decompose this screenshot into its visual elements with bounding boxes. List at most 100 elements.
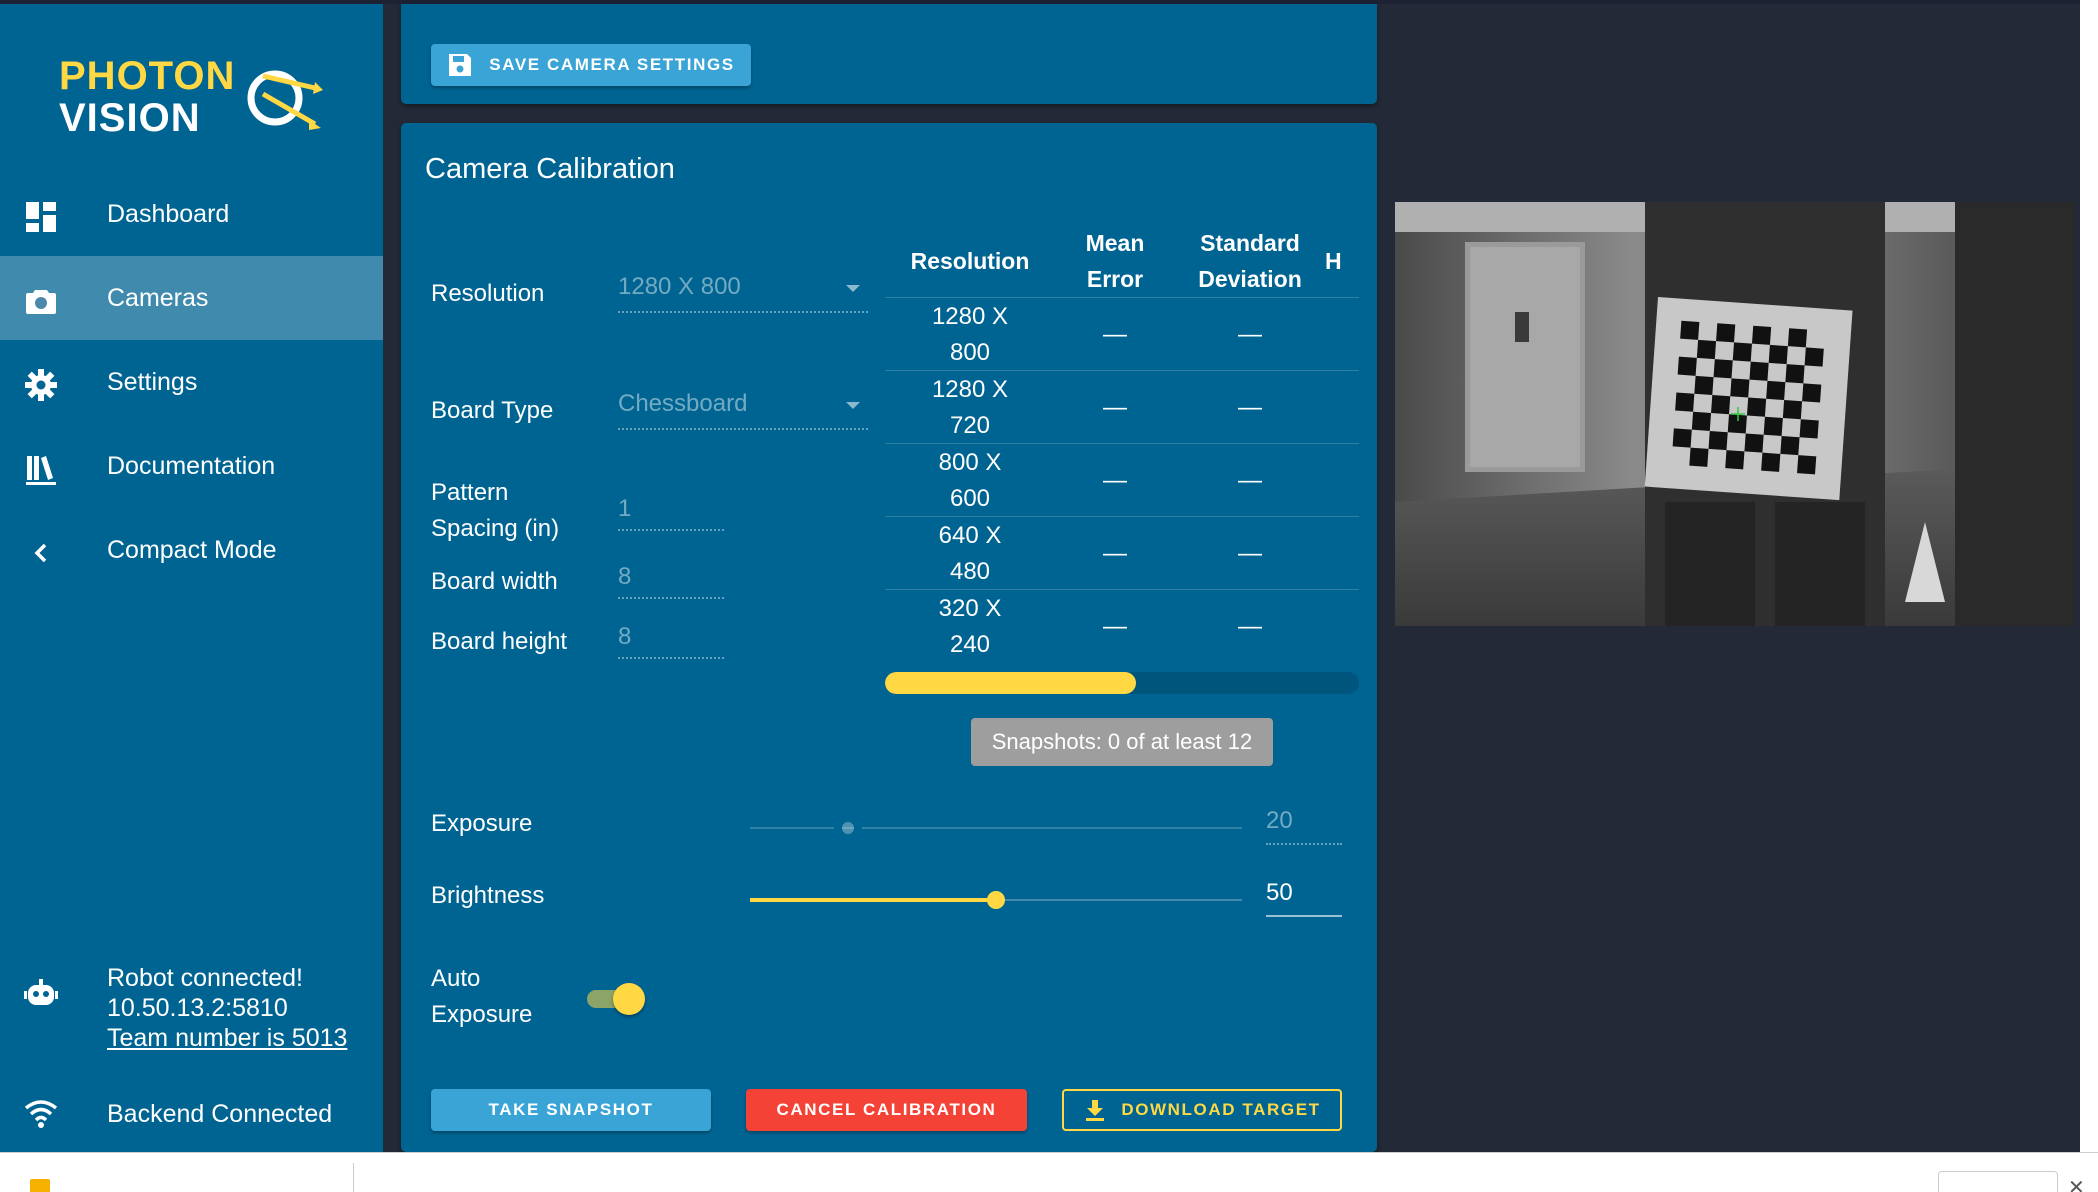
chessboard-square bbox=[1751, 325, 1772, 345]
chessboard-square bbox=[1802, 383, 1822, 403]
brightness-value-input[interactable]: 50 bbox=[1266, 873, 1342, 917]
robot-status: Robot connected! 10.50.13.2:5810 Team nu… bbox=[0, 959, 383, 1069]
nav-item-compact-mode[interactable]: Compact Mode bbox=[0, 508, 383, 592]
board-height-input[interactable]: 8 bbox=[618, 619, 724, 659]
nav-item-dashboard[interactable]: Dashboard bbox=[0, 172, 383, 256]
nav-item-cameras[interactable]: Cameras bbox=[0, 256, 383, 340]
chessboard-square bbox=[1761, 452, 1781, 472]
chessboard-square bbox=[1785, 364, 1805, 384]
chessboard-square bbox=[1746, 397, 1767, 417]
chessboard-square bbox=[1716, 323, 1736, 343]
brightness-label: Brightness bbox=[431, 882, 545, 909]
chessboard-square bbox=[1711, 395, 1731, 415]
board-type-label: Board Type bbox=[431, 397, 554, 424]
chessboard-square bbox=[1672, 428, 1692, 448]
caret-down-icon bbox=[846, 285, 860, 292]
table-row[interactable]: 1280 X 720 — — bbox=[885, 370, 1359, 443]
photonvision-logo[interactable]: PHOTON VISION bbox=[55, 52, 325, 142]
table-row[interactable]: 320 X 240 — — bbox=[885, 589, 1359, 662]
table-cell-resolution: 800 X 600 bbox=[938, 448, 1002, 512]
exposure-slider-track bbox=[750, 827, 1242, 829]
chessboard-square bbox=[1797, 455, 1817, 475]
table-cell-standard-deviation: — bbox=[1238, 466, 1262, 494]
take-snapshot-button[interactable]: Take Snapshot bbox=[431, 1089, 711, 1131]
table-cell-resolution: 1280 X 720 bbox=[931, 375, 1009, 439]
table-cell-mean-error: — bbox=[1103, 466, 1127, 494]
save-camera-settings-button[interactable]: Save Camera Settings bbox=[431, 44, 751, 86]
table-row[interactable]: 800 X 600 — — bbox=[885, 443, 1359, 516]
caret-down-icon bbox=[846, 402, 860, 409]
download-target-button[interactable]: Download Target bbox=[1062, 1089, 1342, 1131]
chessboard-square bbox=[1799, 419, 1819, 439]
dashboard-icon bbox=[26, 202, 56, 232]
table-cell-mean-error: — bbox=[1103, 612, 1127, 640]
resolution-select[interactable]: 1280 X 800 bbox=[618, 269, 868, 313]
pattern-spacing-input[interactable]: 1 bbox=[618, 491, 724, 531]
chessboard-square bbox=[1675, 392, 1695, 412]
chessboard-square bbox=[1713, 359, 1733, 379]
chessboard-square bbox=[1691, 411, 1712, 431]
nav-label-cameras: Cameras bbox=[107, 283, 209, 312]
chessboard-square bbox=[1725, 450, 1745, 470]
chessboard-square bbox=[1768, 344, 1788, 365]
table-cell-mean-error: — bbox=[1103, 393, 1127, 421]
nav-label-compact-mode: Compact Mode bbox=[107, 535, 277, 564]
nav-item-documentation[interactable]: Documentation bbox=[0, 424, 383, 508]
nav-label-dashboard: Dashboard bbox=[107, 199, 230, 228]
close-icon[interactable]: ✕ bbox=[2068, 1175, 2085, 1192]
nav-item-settings[interactable]: Settings bbox=[0, 340, 383, 424]
chessboard-square bbox=[1732, 342, 1752, 362]
cancel-calibration-button[interactable]: Cancel Calibration bbox=[746, 1089, 1027, 1131]
table-header-standard-deviation: Standard Deviation bbox=[1198, 230, 1302, 292]
brightness-slider-thumb[interactable] bbox=[987, 891, 1005, 909]
table-header-mean-error: Mean Error bbox=[1085, 230, 1145, 292]
table-cell-standard-deviation: — bbox=[1238, 393, 1262, 421]
chessboard-square bbox=[1708, 430, 1728, 451]
board-type-select[interactable]: Chessboard bbox=[618, 386, 868, 430]
exposure-slider[interactable] bbox=[750, 818, 1242, 838]
chessboard-square bbox=[1744, 433, 1764, 453]
logo-mark-icon bbox=[247, 70, 323, 130]
sidebar: PHOTON VISION Dashboard Cameras Settings… bbox=[0, 0, 383, 1152]
chessboard-square bbox=[1749, 361, 1769, 381]
board-width-input[interactable]: 8 bbox=[618, 559, 724, 599]
table-row[interactable]: 1280 X 800 — — bbox=[885, 297, 1359, 370]
board-width-label: Board width bbox=[431, 568, 558, 595]
auto-exposure-switch-knob bbox=[613, 983, 645, 1015]
logo-text-vision: VISION bbox=[59, 96, 201, 140]
chevron-left-icon bbox=[34, 543, 47, 563]
camera-icon bbox=[26, 290, 56, 314]
nav-label-documentation: Documentation bbox=[107, 451, 276, 480]
floppy-disk-icon bbox=[449, 54, 472, 76]
table-cell-resolution: 640 X 480 bbox=[938, 521, 1002, 585]
show-all-downloads-button[interactable] bbox=[1938, 1171, 2058, 1192]
wifi-icon bbox=[24, 1100, 58, 1128]
table-cell-standard-deviation: — bbox=[1238, 320, 1262, 348]
resolution-select-value: 1280 X 800 bbox=[618, 273, 741, 300]
download-icon bbox=[1086, 1100, 1105, 1121]
chessboard-square bbox=[1766, 380, 1786, 401]
table-cell-resolution: 320 X 240 bbox=[938, 594, 1002, 658]
exposure-slider-thumb[interactable] bbox=[842, 822, 855, 834]
chessboard-square bbox=[1804, 347, 1824, 367]
chessboard-square bbox=[1694, 375, 1714, 396]
logo-text-photon: PHOTON bbox=[59, 54, 236, 98]
chessboard-square bbox=[1787, 328, 1808, 348]
download-target-label: Download Target bbox=[1121, 1100, 1321, 1119]
table-row[interactable]: 640 X 480 — — bbox=[885, 516, 1359, 589]
chessboard-square bbox=[1763, 416, 1783, 436]
brightness-slider[interactable] bbox=[750, 890, 1242, 910]
table-header-resolution: Resolution bbox=[910, 248, 1030, 274]
snapshots-count-chip: Snapshots: 0 of at least 12 bbox=[971, 718, 1273, 766]
calibration-title: Camera Calibration bbox=[425, 153, 675, 185]
download-bar-divider bbox=[353, 1163, 354, 1192]
camera-calibration-card: Camera Calibration Resolution 1280 X 800… bbox=[401, 123, 1377, 1152]
auto-exposure-switch[interactable] bbox=[587, 983, 647, 1015]
team-number-link[interactable]: Team number is 5013 bbox=[107, 1023, 347, 1053]
camera-stream-preview[interactable] bbox=[1395, 202, 2074, 626]
save-camera-settings-label: Save Camera Settings bbox=[489, 55, 735, 74]
books-icon bbox=[26, 456, 56, 485]
table-cell-mean-error: — bbox=[1103, 539, 1127, 567]
exposure-value-input[interactable]: 20 bbox=[1266, 801, 1342, 845]
calibration-progress-bar bbox=[885, 672, 1359, 694]
